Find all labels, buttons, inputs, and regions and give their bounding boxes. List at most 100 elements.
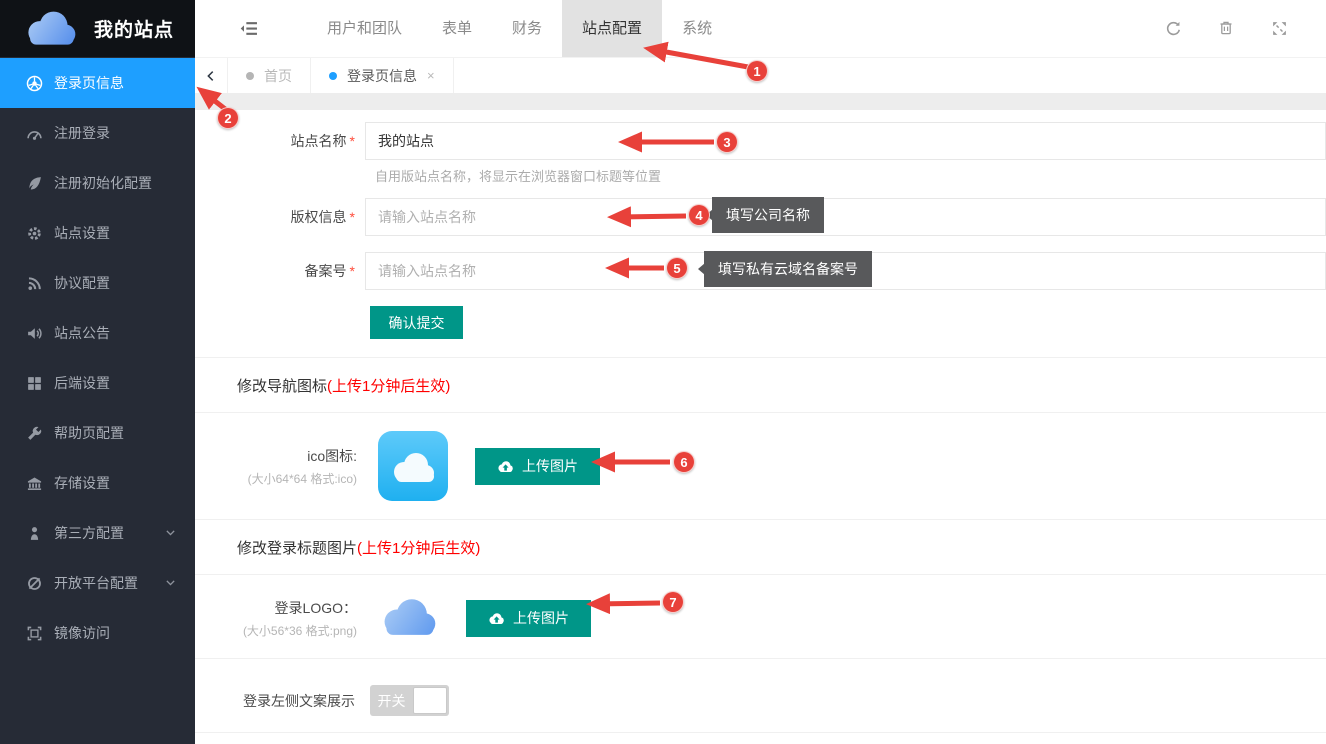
tab-dot: [329, 72, 337, 80]
object-group-icon: [26, 625, 43, 642]
chevron-down-icon: [164, 576, 177, 589]
tooltip-copyright: 填写公司名称: [712, 197, 824, 233]
login-logo-upload-row: 登录LOGO： (大小56*36 格式:png): [195, 575, 1326, 659]
annotation-badge-3: 3: [716, 131, 738, 153]
annotation-badge-5: 5: [666, 257, 688, 279]
login-logo-section-heading: 修改登录标题图片(上传1分钟后生效): [195, 520, 1326, 575]
ico-size-hint: (大小64*64 格式:ico): [195, 470, 357, 487]
sidebar-item-label: 镜像访问: [54, 623, 110, 643]
fullscreen-icon[interactable]: [1271, 20, 1288, 37]
chevron-left-icon[interactable]: [195, 58, 228, 93]
sidebar-item-register-init-config[interactable]: 注册初始化配置: [0, 158, 195, 208]
copyright-label: 版权信息*: [195, 207, 365, 227]
wrench-icon: [26, 425, 43, 442]
person-icon: [26, 525, 43, 542]
required-asterisk: *: [350, 133, 355, 149]
sidebar-item-label: 站点公告: [54, 323, 110, 343]
top-menu-users-teams[interactable]: 用户和团队: [307, 0, 422, 57]
tab-label: 首页: [264, 66, 292, 86]
dashboard-icon: [26, 125, 43, 142]
sidebar-item-label: 开放平台配置: [54, 573, 138, 593]
site-name-input[interactable]: [365, 122, 1326, 160]
copyright-input[interactable]: [365, 198, 1326, 236]
app-window: 我的站点 登录页信息 注册登录 注册初始化配置: [0, 0, 1326, 744]
sidebar-item-label: 第三方配置: [54, 523, 124, 543]
site-name-label: 站点名称*: [195, 131, 365, 151]
tab-login-page-info[interactable]: 登录页信息 ×: [311, 58, 454, 93]
sidebar-item-mirror-access[interactable]: 镜像访问: [0, 608, 195, 658]
login-logo-label: 登录LOGO： (大小56*36 格式:png): [195, 598, 365, 639]
sidebar-item-register-login[interactable]: 注册登录: [0, 108, 195, 158]
chevron-down-icon: [164, 526, 177, 539]
ico-label: ico图标: (大小64*64 格式:ico): [195, 446, 365, 487]
logo-bar: 我的站点: [0, 0, 195, 57]
sidebar-item-third-party-config[interactable]: 第三方配置: [0, 508, 195, 558]
confirm-submit-button[interactable]: 确认提交: [370, 306, 463, 339]
login-left-text-row: 登录左侧文案展示 开关: [195, 659, 1326, 733]
pen-icon: [26, 175, 43, 192]
collapse-menu-icon[interactable]: [237, 17, 261, 41]
upload-cloud-icon: [488, 611, 505, 626]
annotation-badge-6: 6: [673, 451, 695, 473]
grid-icon: [26, 375, 43, 392]
upload-ico-button[interactable]: 上传图片: [475, 448, 600, 485]
tab-label: 登录页信息: [347, 66, 417, 86]
submit-row: 确认提交: [195, 306, 1326, 339]
refresh-icon[interactable]: [1165, 20, 1182, 37]
top-menu-site-config[interactable]: 站点配置: [562, 0, 662, 57]
sidebar-item-backend-settings[interactable]: 后端设置: [0, 358, 195, 408]
sidebar-item-label: 注册初始化配置: [54, 173, 152, 193]
sidebar-item-label: 站点设置: [54, 223, 110, 243]
sidebar-item-label: 协议配置: [54, 273, 110, 293]
annotation-badge-4: 4: [688, 204, 710, 226]
login-left-text-switch[interactable]: 开关: [370, 685, 449, 716]
site-title: 我的站点: [94, 15, 174, 42]
switch-label: 开关: [370, 691, 413, 711]
top-menu: 用户和团队 表单 财务 站点配置 系统: [307, 0, 732, 57]
ico-upload-row: ico图标: (大小64*64 格式:ico): [195, 413, 1326, 520]
sidebar-item-label: 后端设置: [54, 373, 110, 393]
tooltip-icp: 填写私有云域名备案号: [704, 251, 872, 287]
sidebar-item-protocol-config[interactable]: 协议配置: [0, 258, 195, 308]
tab-dot: [246, 72, 254, 80]
icp-label: 备案号*: [195, 261, 365, 281]
upload-effect-note: (上传1分钟后生效): [327, 378, 450, 395]
sidebar-item-label: 登录页信息: [54, 73, 124, 93]
sidebar-item-label: 注册登录: [54, 123, 110, 143]
top-menu-forms[interactable]: 表单: [422, 0, 492, 57]
upload-effect-note: (上传1分钟后生效): [357, 540, 480, 557]
bank-icon: [26, 475, 43, 492]
logo-preview-image: [378, 595, 440, 641]
upload-logo-button[interactable]: 上传图片: [466, 600, 591, 637]
tab-home[interactable]: 首页: [228, 58, 311, 93]
required-asterisk: *: [350, 263, 355, 279]
sidebar-item-open-platform-config[interactable]: 开放平台配置: [0, 558, 195, 608]
top-actions: [1165, 20, 1288, 37]
sidebar-item-storage-settings[interactable]: 存储设置: [0, 458, 195, 508]
sidebar-item-login-page-info[interactable]: 登录页信息: [0, 58, 195, 108]
switch-knob: [413, 687, 447, 714]
circle-slash-icon: [26, 575, 43, 592]
sidebar-nav: 登录页信息 注册登录 注册初始化配置 站点设置: [0, 57, 195, 658]
sidebar-item-site-announcement[interactable]: 站点公告: [0, 308, 195, 358]
top-navbar: 用户和团队 表单 财务 站点配置 系统: [195, 0, 1326, 57]
cloud-logo-icon: [22, 9, 80, 49]
main-area: 用户和团队 表单 财务 站点配置 系统: [195, 0, 1326, 744]
field-row-site-name: 站点名称*: [195, 122, 1326, 160]
site-name-help-text: 自用版站点名称，将显示在浏览器窗口标题等位置: [195, 166, 1326, 184]
close-icon[interactable]: ×: [427, 68, 435, 83]
sidebar-item-help-page-config[interactable]: 帮助页配置: [0, 408, 195, 458]
rss-icon: [26, 275, 43, 292]
trash-icon[interactable]: [1218, 20, 1235, 37]
top-menu-finance[interactable]: 财务: [492, 0, 562, 57]
annotation-badge-2: 2: [217, 107, 239, 129]
annotation-badge-1: 1: [746, 60, 768, 82]
speaker-icon: [26, 325, 43, 342]
sidebar-item-site-settings[interactable]: 站点设置: [0, 208, 195, 258]
login-left-text-label: 登录左侧文案展示: [195, 691, 365, 711]
gear-icon: [26, 225, 43, 242]
annotation-badge-7: 7: [662, 591, 684, 613]
nav-icon-section-heading: 修改导航图标(上传1分钟后生效): [195, 357, 1326, 413]
top-menu-system[interactable]: 系统: [662, 0, 732, 57]
logo-size-hint: (大小56*36 格式:png): [195, 622, 357, 639]
